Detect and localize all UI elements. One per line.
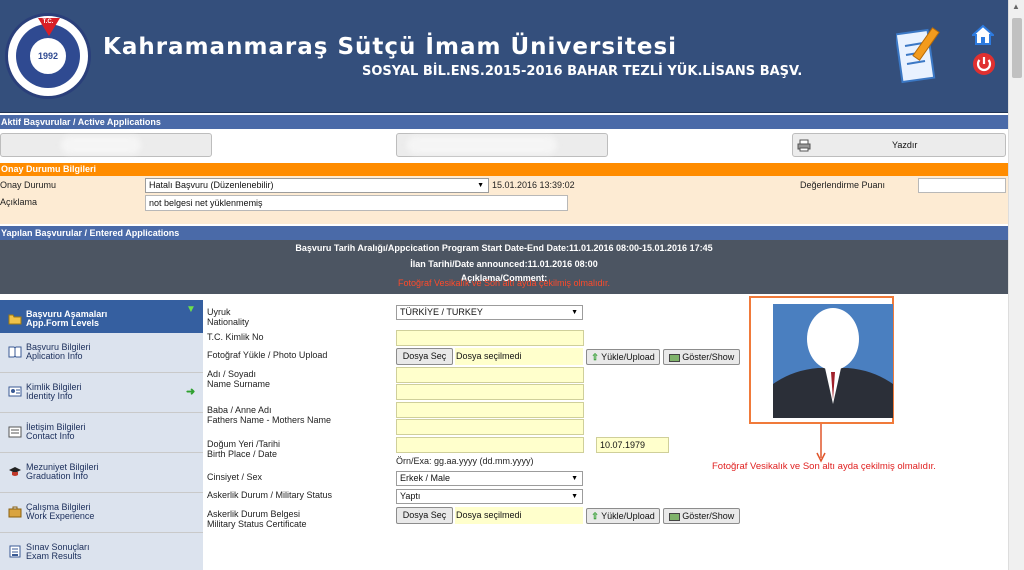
entered-applications-bar: Yapılan Başvurular / Entered Application…	[0, 226, 1008, 240]
approval-status-bar: Onay Durumu Bilgileri	[0, 163, 1008, 176]
photo-upload-label: Fotoğraf Yükle / Photo Upload	[207, 350, 328, 360]
folder-icon	[8, 314, 22, 325]
birth-date-field[interactable]: 10.07.1979	[596, 437, 669, 453]
upload-arrow-icon: ⇧	[591, 352, 599, 362]
application-tab-2[interactable]	[396, 133, 608, 157]
status-label: Onay Durumu	[0, 180, 57, 190]
logout-power-icon[interactable]	[972, 52, 996, 76]
parents-label: Baba / Anne Adı Fathers Name - Mothers Na…	[207, 405, 332, 425]
photo-note-text: Fotoğraf Vesikalık ve Son altı ayda çeki…	[712, 461, 936, 472]
active-applications-bar: Aktif Başvurular / Active Applications	[0, 115, 1008, 129]
sidebar-item-application-info[interactable]: Başvuru Bilgileri Aplication Info	[0, 333, 203, 373]
sidebar-item-identity-info[interactable]: Kimlik Bilgileri Identity Info ➜	[0, 373, 203, 413]
book-icon	[8, 346, 22, 358]
contact-card-icon	[8, 426, 22, 438]
current-arrow-icon: ➜	[186, 386, 196, 398]
upload-arrow-icon: ⇧	[591, 511, 599, 521]
form-pencil-icon	[896, 27, 940, 84]
comment-red-text: Fotoğraf Vesikalık ve Son altı ayda çeki…	[397, 278, 611, 288]
vertical-scrollbar[interactable]: ▲	[1008, 0, 1024, 570]
mother-name-field[interactable]	[396, 419, 584, 435]
nationality-label: Uyruk Nationality	[207, 307, 250, 327]
print-button[interactable]: Yazdır	[792, 133, 1006, 157]
score-field[interactable]	[918, 178, 1006, 193]
photo-upload-button[interactable]: ⇧ Yükle/Upload	[586, 349, 660, 365]
comment-label: Açıklama	[0, 197, 38, 207]
expand-arrow-icon: ▼	[186, 304, 196, 315]
application-info-panel: Başvuru Tarih Aralığı/Appcication Progra…	[0, 240, 1008, 294]
military-certificate-label: Askerlik Durum Belgesi Military Status Ce…	[207, 509, 307, 529]
tc-label: T.C. Kimlik No	[207, 332, 264, 342]
birth-place-field[interactable]	[396, 437, 584, 453]
sidebar-item-graduation-info[interactable]: Mezuniyet Bilgileri Graduation Info	[0, 453, 203, 493]
university-logo: T.C. 1992	[5, 13, 91, 99]
status-date: 15.01.2016 13:39:02	[492, 180, 575, 190]
sidebar: Başvuru Aşamaları App.Form Levels ▼ Başv…	[0, 300, 203, 570]
tc-field[interactable]	[396, 330, 584, 346]
certificate-choose-file-button[interactable]: Dosya Seç	[396, 507, 453, 524]
date-format-hint: Örn/Exa: gg.aa.yyyy (dd.mm.yyyy)	[396, 456, 534, 466]
surname-field[interactable]	[396, 384, 584, 400]
photo-note-arrow	[816, 424, 826, 463]
applicant-photo	[773, 304, 893, 418]
sidebar-item-contact-info[interactable]: İletişim Bilgileri Contact Info	[0, 413, 203, 453]
military-status-select[interactable]: Yaptı	[396, 489, 583, 504]
sidebar-item-work-experience[interactable]: Çalışma Bilgileri Work Experience	[0, 493, 203, 533]
document-icon	[9, 545, 21, 558]
certificate-file-status: Dosya seçilmedi	[455, 507, 583, 524]
photo-preview-frame	[749, 296, 894, 424]
home-icon[interactable]	[972, 24, 994, 46]
certificate-upload-button[interactable]: ⇧ Yükle/Upload	[586, 508, 660, 524]
comment-field[interactable]: not belgesi net yüklenmemiş	[145, 195, 568, 211]
certificate-show-button[interactable]: Göster/Show	[663, 508, 740, 524]
gender-select[interactable]: Erkek / Male	[396, 471, 583, 486]
name-label: Adı / Soyadı Name Surname	[207, 369, 271, 389]
sidebar-item-exam-results[interactable]: Sınav Sonuçları Exam Results	[0, 533, 203, 570]
score-label: Değerlendirme Puanı	[800, 180, 886, 190]
scroll-up-icon[interactable]: ▲	[1012, 2, 1020, 11]
gender-label: Cinsiyet / Sex	[207, 472, 263, 482]
image-icon	[668, 353, 680, 362]
nationality-select[interactable]: TÜRKİYE / TURKEY	[396, 305, 583, 320]
program-title: SOSYAL BİL.ENS.2015-2016 BAHAR TEZLİ YÜK…	[362, 64, 803, 79]
printer-icon	[797, 139, 811, 152]
first-name-field[interactable]	[396, 367, 584, 383]
father-name-field[interactable]	[396, 402, 584, 418]
briefcase-icon	[8, 506, 22, 518]
graduation-cap-icon	[9, 467, 21, 476]
scrollbar-thumb[interactable]	[1012, 18, 1022, 78]
status-select[interactable]: Hatalı Başvuru (Düzenlenebilir)	[145, 178, 489, 193]
photo-show-button[interactable]: Göster/Show	[663, 349, 740, 365]
print-label: Yazdır	[892, 140, 918, 150]
military-status-label: Askerlik Durum / Military Status	[207, 490, 333, 500]
announced-date-text: İlan Tarihi/Date announced:11.01.2016 08…	[410, 259, 598, 269]
id-card-icon	[8, 386, 22, 397]
image-icon	[668, 512, 680, 521]
photo-choose-file-button[interactable]: Dosya Seç	[396, 348, 453, 365]
date-range-text: Başvuru Tarih Aralığı/Appcication Progra…	[295, 243, 713, 253]
birth-label: Doğum Yeri /Tarihi Birth Place / Date	[207, 439, 281, 459]
application-tab-1[interactable]	[0, 133, 212, 157]
photo-file-status: Dosya seçilmedi	[455, 348, 583, 365]
university-title: Kahramanmaraş Sütçü İmam Üniversitesi	[103, 34, 678, 60]
